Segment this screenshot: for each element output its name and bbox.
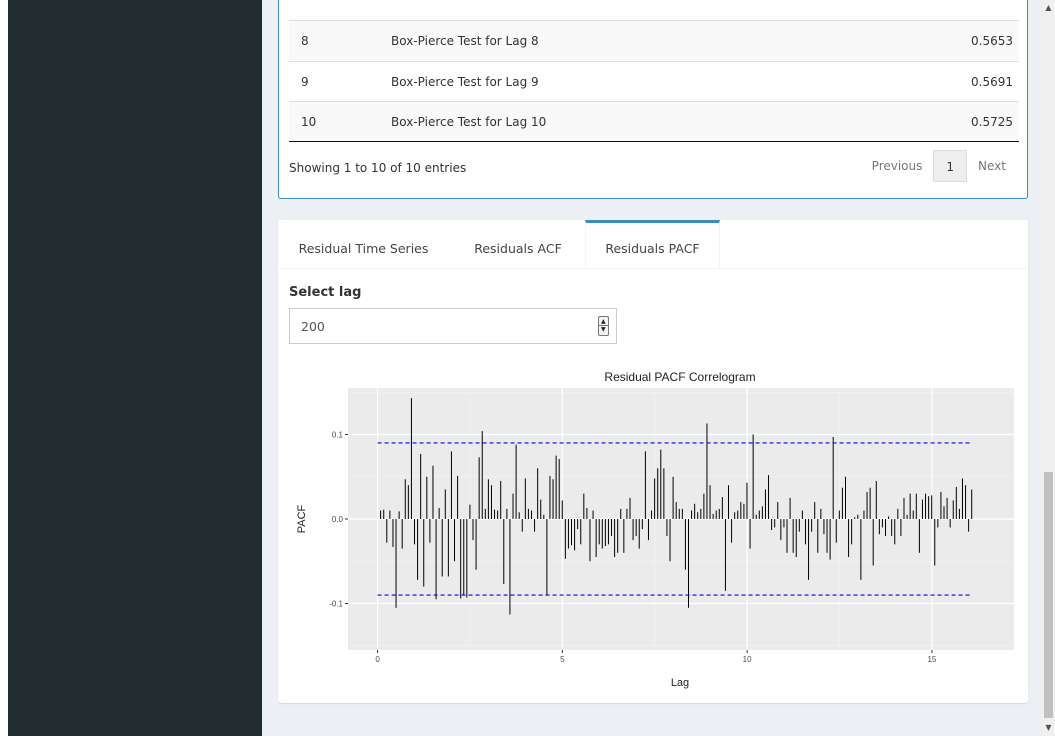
y-tick-label: -0.1 — [329, 600, 343, 609]
x-axis-label: Lag — [671, 677, 689, 689]
p-value-cell: 0.5725 — [971, 115, 1013, 129]
x-tick-label: 15 — [927, 655, 936, 664]
lag-input-value: 200 — [301, 319, 325, 334]
y-tick-label: 0.0 — [332, 515, 344, 524]
x-tick-label: 5 — [560, 655, 565, 664]
lag-cell: 10 — [301, 115, 317, 129]
window-edge — [0, 0, 8, 736]
dashboard-sidebar — [8, 0, 262, 736]
tab-residuals-acf[interactable]: Residuals ACF — [455, 220, 581, 268]
box-pierce-results-box: 8 Box-Pierce Test for Lag 8 0.5653 9 Box… — [278, 0, 1028, 199]
lag-spinner[interactable]: ▲ ▼ — [598, 316, 609, 336]
y-axis-label: PACF — [296, 504, 308, 533]
lag-cell: 8 — [301, 34, 309, 48]
scroll-up-arrow-icon[interactable]: ▲ — [1042, 0, 1055, 16]
scroll-down-arrow-icon[interactable]: ▼ — [1042, 720, 1055, 736]
tab-residual-time-series[interactable]: Residual Time Series — [278, 220, 449, 268]
table-row: 9 Box-Pierce Test for Lag 9 0.5691 — [289, 61, 1019, 101]
chart-title: Residual PACF Correlogram — [604, 370, 755, 384]
pacf-chart: Residual PACF Correlogram -0.1 0.0 0.1 0 5 1… — [296, 370, 1014, 689]
previous-page-button[interactable]: Previous — [861, 150, 934, 182]
test-name-cell: Box-Pierce Test for Lag 8 — [391, 34, 539, 48]
page-scrollbar[interactable]: ▲ ▼ — [1042, 0, 1055, 736]
x-tick-label: 0 — [375, 655, 380, 664]
test-name-cell: Box-Pierce Test for Lag 10 — [391, 115, 547, 129]
p-value-cell: 0.5653 — [971, 34, 1013, 48]
next-page-button[interactable]: Next — [967, 150, 1017, 182]
main-content: 8 Box-Pierce Test for Lag 8 0.5653 9 Box… — [262, 0, 1042, 736]
table-row: 8 Box-Pierce Test for Lag 8 0.5653 — [289, 20, 1019, 60]
scrollbar-thumb[interactable] — [1044, 472, 1053, 718]
tab-bar: Residual Time Series Residuals ACF Resid… — [278, 220, 1028, 269]
table-info-text: Showing 1 to 10 of 10 entries — [289, 161, 467, 175]
p-value-cell: 0.5691 — [971, 75, 1013, 89]
select-lag-label: Select lag — [289, 285, 362, 300]
y-tick-label: 0.1 — [332, 430, 344, 439]
table-pagination: Previous 1 Next — [861, 150, 1017, 182]
tab-residuals-pacf[interactable]: Residuals PACF — [585, 220, 720, 268]
lag-cell: 9 — [301, 75, 309, 89]
table-row: 10 Box-Pierce Test for Lag 10 0.5725 — [289, 101, 1019, 141]
page-1-button[interactable]: 1 — [933, 150, 968, 182]
lag-number-input[interactable]: 200 ▲ ▼ — [289, 308, 617, 344]
triangle-down-icon[interactable]: ▼ — [601, 327, 606, 333]
test-name-cell: Box-Pierce Test for Lag 9 — [391, 75, 539, 89]
residuals-tab-box: Residual Time Series Residuals ACF Resid… — [278, 220, 1028, 703]
x-tick-label: 10 — [743, 655, 752, 664]
table-bottom-border — [289, 141, 1019, 142]
x-axis: 0 5 10 15 — [375, 650, 937, 664]
y-axis: -0.1 0.0 0.1 — [329, 430, 348, 609]
